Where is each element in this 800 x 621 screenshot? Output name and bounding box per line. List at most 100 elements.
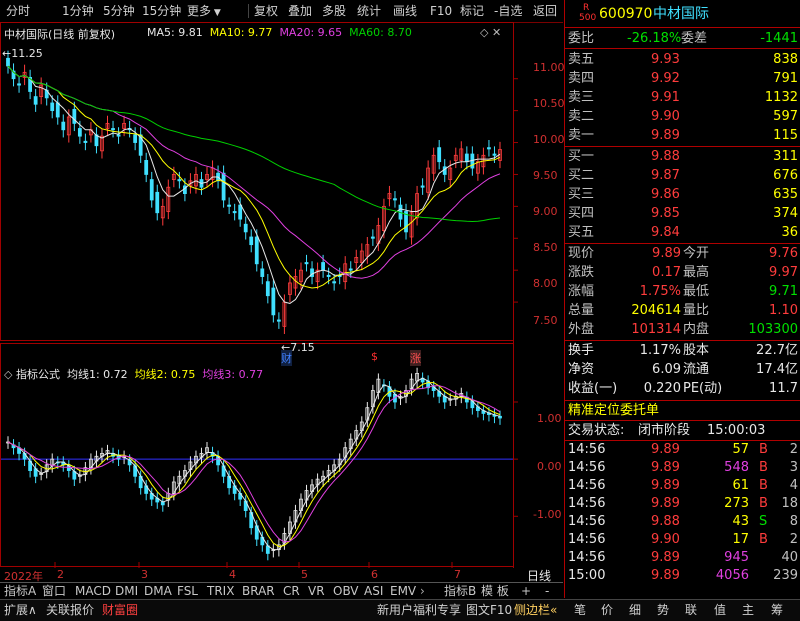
indicator-line-2 — [7, 382, 501, 548]
stat-row: 涨幅 1.75% 最低 9.71 — [565, 282, 800, 301]
dividend-event-marker[interactable]: $ — [371, 350, 378, 363]
chart-canvas[interactable] — [0, 22, 563, 568]
tab-vr[interactable]: VR — [308, 584, 325, 599]
period-5min-button[interactable]: 5分钟 — [103, 3, 135, 19]
ask-row[interactable]: 卖三 9.91 1132 — [565, 88, 800, 107]
stock-header: R 500 600970 中材国际 — [565, 2, 800, 26]
ask-row[interactable]: 卖二 9.90 597 — [565, 107, 800, 126]
tabs-scroll-right-icon[interactable]: › — [420, 584, 425, 599]
draw-line-button[interactable]: 画线 — [393, 3, 417, 19]
fund-value: 6.09 — [652, 362, 681, 377]
candle-body — [17, 83, 21, 86]
ma20-legend: MA20: 9.65 — [279, 26, 343, 39]
period-fenshi-button[interactable]: 分时 — [6, 3, 30, 19]
indicator-title[interactable]: 指标公式 — [16, 368, 60, 381]
fund-value: 11.7 — [769, 381, 798, 396]
tick-count: 2 — [789, 532, 798, 547]
mark-button[interactable]: 标记 — [460, 3, 484, 19]
ask-row[interactable]: 卖一 9.89 115 — [565, 126, 800, 145]
period-1min-button[interactable]: 1分钟 — [62, 3, 94, 19]
f10-button[interactable]: F10 — [430, 3, 452, 19]
stats-button[interactable]: 统计 — [357, 3, 381, 19]
fund-value: 0.220 — [643, 381, 681, 396]
tab-cr[interactable]: CR — [283, 584, 300, 599]
tab-dmi[interactable]: DMI — [115, 584, 138, 599]
tick-count: 3 — [789, 460, 798, 475]
ma5-legend: MA5: 9.81 — [147, 26, 203, 39]
bid-row[interactable]: 买二 9.87 676 — [565, 166, 800, 185]
candle-body — [83, 140, 88, 143]
limit-up-marker[interactable]: 涨 — [410, 350, 421, 366]
sidebar-toggle-button[interactable]: 侧边栏« — [514, 602, 557, 619]
candle-body — [232, 211, 237, 214]
indicator-tabs: 指标A 窗口 MACD DMI DMA FSL TRIX BRAR CR VR … — [0, 582, 563, 600]
candle-body — [111, 128, 115, 131]
overlay-button[interactable]: 叠加 — [288, 3, 312, 19]
tick-count: 2 — [789, 442, 798, 457]
ask-row[interactable]: 卖四 9.92 791 — [565, 69, 800, 88]
tab-emv[interactable]: EMV — [390, 584, 416, 599]
high-price-label: 11.25 — [11, 47, 43, 60]
side-tab-value[interactable]: 值 — [714, 602, 726, 619]
candle-body — [265, 281, 270, 297]
tab-obv[interactable]: OBV — [333, 584, 359, 599]
side-tab-main[interactable]: 主 — [742, 602, 754, 619]
f10-graphic-button[interactable]: 图文F10 — [466, 602, 512, 619]
indicator-collapse-icon[interactable]: ◇ — [4, 368, 12, 381]
multi-stock-button[interactable]: 多股 — [322, 3, 346, 19]
bid-volume: 676 — [773, 168, 798, 183]
y-tick-label: 7.50 — [533, 314, 558, 327]
side-tab-trend[interactable]: 势 — [657, 602, 669, 619]
side-tab-price[interactable]: 价 — [601, 602, 613, 619]
tab-macd[interactable]: MACD — [75, 584, 111, 599]
ask-row[interactable]: 卖五 9.93 838 — [565, 50, 800, 69]
main-chart-title: 中材国际(日线 前复权) — [4, 28, 116, 41]
tab-dma[interactable]: DMA — [144, 584, 172, 599]
tab-window[interactable]: 窗口 — [42, 584, 66, 599]
bid-volume: 311 — [773, 149, 798, 164]
order-locate-link[interactable]: 精准定位委托单 — [568, 401, 659, 420]
tab-trix[interactable]: TRIX — [207, 584, 234, 599]
tab-indicator-a[interactable]: 指标A — [4, 584, 36, 599]
tab-brar[interactable]: BRAR — [242, 584, 275, 599]
side-tab-tick[interactable]: 笔 — [574, 602, 586, 619]
related-quotes-button[interactable]: 关联报价 — [46, 602, 94, 619]
expand-button[interactable]: 扩展∧ — [4, 602, 37, 619]
tick-row: 15:00 9.89 4056 239 — [565, 567, 800, 585]
bid-price: 9.87 — [651, 168, 680, 183]
side-tab-chips[interactable]: 筹 — [771, 602, 783, 619]
promo-link[interactable]: 新用户福利专享 — [377, 602, 461, 619]
bid-row[interactable]: 买五 9.84 36 — [565, 223, 800, 242]
close-icon[interactable]: ✕ — [492, 26, 501, 39]
ask-volume: 597 — [773, 109, 798, 124]
side-tab-detail[interactable]: 细 — [629, 602, 641, 619]
fuquan-button[interactable]: 复权 — [254, 3, 278, 19]
y-tick-label: 10.00 — [533, 133, 565, 146]
candle-body — [487, 147, 491, 150]
indicator-line2-legend: 均线2: 0.75 — [134, 368, 196, 381]
wealth-circle-button[interactable]: 财富圈 — [102, 602, 138, 619]
remove-tab-button[interactable]: - — [545, 584, 549, 599]
tab-indicator-b[interactable]: 指标B — [444, 584, 476, 599]
remove-watchlist-button[interactable]: -自选 — [494, 3, 522, 19]
tick-price: 9.89 — [651, 478, 680, 493]
period-15min-button[interactable]: 15分钟 — [142, 3, 181, 19]
bid-row[interactable]: 买一 9.88 311 — [565, 147, 800, 166]
add-tab-button[interactable]: + — [521, 584, 531, 599]
finance-event-marker[interactable]: 财 — [281, 350, 292, 366]
candle-body — [61, 121, 66, 131]
bid-row[interactable]: 买三 9.86 635 — [565, 185, 800, 204]
chart-settings-icons[interactable]: ◇ ✕ — [480, 26, 501, 39]
status-bar: 扩展∧ 关联报价 财富圈 新用户福利专享 图文F10 侧边栏« 笔 价 细 势 … — [0, 599, 800, 621]
tab-asi[interactable]: ASI — [364, 584, 383, 599]
side-tab-linked[interactable]: 联 — [685, 602, 697, 619]
fund-label: 收益(一) — [568, 381, 618, 396]
back-button[interactable]: 返回 — [533, 3, 557, 19]
x-tick-label: 7 — [454, 568, 461, 581]
ask-label: 卖三 — [568, 90, 595, 105]
period-more-button[interactable]: 更多 ▼ — [187, 3, 221, 19]
tab-fsl[interactable]: FSL — [177, 584, 198, 599]
bid-row[interactable]: 买四 9.85 374 — [565, 204, 800, 223]
tab-template[interactable]: 模 板 — [481, 584, 509, 599]
ask-label: 卖二 — [568, 109, 595, 124]
